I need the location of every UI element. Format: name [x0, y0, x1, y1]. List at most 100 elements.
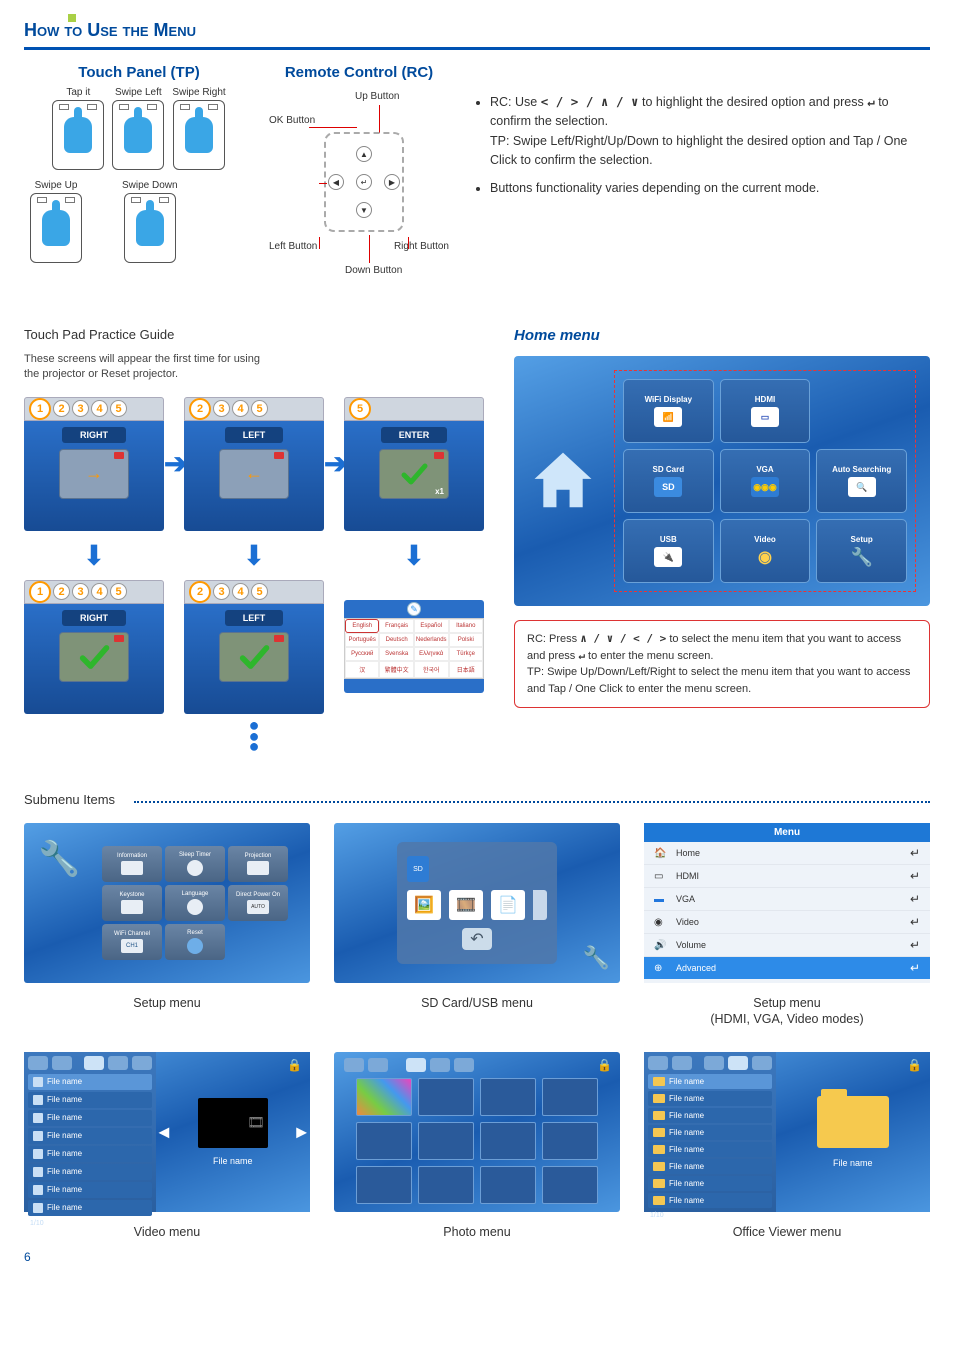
dpad-ok[interactable]: ↵: [356, 174, 372, 190]
setup-dpo[interactable]: Direct Power OnAUTO: [228, 885, 288, 921]
nav-left[interactable]: ◀: [159, 1123, 170, 1140]
setup-language[interactable]: Language: [165, 885, 225, 921]
gesture-swipe-left: Swipe Left: [112, 87, 164, 170]
wrench-icon: 🔧: [38, 839, 80, 879]
thumb-video[interactable]: 🎞️: [449, 890, 483, 920]
photo-thumb[interactable]: [356, 1078, 412, 1116]
file-row[interactable]: File name: [648, 1176, 772, 1191]
label-up: Up Button: [355, 91, 399, 102]
folder-icon[interactable]: [817, 1096, 889, 1148]
file-row[interactable]: File name: [648, 1074, 772, 1089]
photo-thumb[interactable]: [356, 1166, 412, 1204]
remote-heading: Remote Control (RC): [264, 64, 454, 81]
menu-video[interactable]: ◉Video↵: [644, 911, 930, 934]
gesture-swipe-up: Swipe Up: [30, 180, 82, 263]
lock-icon: 🔒: [597, 1058, 612, 1072]
label-left: Left Button: [269, 241, 317, 252]
menu-advanced[interactable]: ⊕Advanced↵: [644, 957, 930, 979]
file-row[interactable]: File name: [28, 1200, 152, 1216]
dpad-right[interactable]: ▶: [384, 174, 400, 190]
tile-auto[interactable]: Auto Searching🔍: [816, 449, 907, 513]
sd-icon: SD: [407, 856, 429, 882]
gesture-swipe-down: Swipe Down: [122, 180, 178, 263]
file-row[interactable]: File name: [28, 1110, 152, 1126]
file-row[interactable]: File name: [28, 1164, 152, 1180]
lock-icon: 🔒: [287, 1058, 302, 1072]
label-down: Down Button: [345, 265, 402, 276]
file-row[interactable]: File name: [28, 1092, 152, 1108]
office-menu-card: File name File name File name File name …: [644, 1052, 930, 1240]
video-menu-card: File name File name File name File name …: [24, 1052, 310, 1240]
setup-information[interactable]: Information: [102, 846, 162, 882]
file-row[interactable]: File name: [648, 1091, 772, 1106]
touch-panel-heading: Touch Panel (TP): [24, 64, 254, 81]
tile-hdmi[interactable]: HDMI▭: [720, 379, 811, 443]
dpad-up[interactable]: ▲: [356, 146, 372, 162]
setup-reset[interactable]: Reset: [165, 924, 225, 960]
thumb-photo[interactable]: 🖼️: [407, 890, 441, 920]
tile-video[interactable]: Video◉: [720, 519, 811, 583]
remote-outline: ▲ ◀ ↵ ▶ ▼: [324, 132, 404, 232]
file-row[interactable]: File name: [28, 1146, 152, 1162]
language-grid[interactable]: EnglishFrançaisEspañolItaliano Português…: [344, 618, 484, 679]
file-row[interactable]: File name: [648, 1193, 772, 1208]
setup-keystone[interactable]: Keystone: [102, 885, 162, 921]
thumb-doc[interactable]: 📄: [491, 890, 525, 920]
menu-hdmi[interactable]: ▭HDMI↵: [644, 865, 930, 888]
nav-right[interactable]: ▶: [296, 1123, 307, 1140]
photo-thumb[interactable]: [418, 1166, 474, 1204]
label-right: Right Button: [394, 241, 449, 252]
film-icon: 🎞: [247, 1114, 265, 1131]
photo-thumb[interactable]: [542, 1078, 598, 1116]
menu-list-card: Menu 🏠Home↵ ▭HDMI↵ ▬VGA↵ ◉Video↵ 🔊Volume…: [644, 823, 930, 1028]
file-row[interactable]: File name: [648, 1142, 772, 1157]
tile-usb[interactable]: USB🔌: [623, 519, 714, 583]
photo-thumb[interactable]: [480, 1166, 536, 1204]
practice-guide: Touch Pad Practice Guide These screens w…: [24, 327, 484, 752]
file-row[interactable]: File name: [648, 1159, 772, 1174]
menu-home[interactable]: 🏠Home↵: [644, 842, 930, 865]
tile-wifi[interactable]: WiFi Display📶: [623, 379, 714, 443]
touch-panel-section: Touch Panel (TP) Tap it Swipe Left Swipe…: [24, 64, 254, 277]
back-button[interactable]: ↶: [462, 928, 492, 950]
gesture-swipe-right: Swipe Right: [172, 87, 225, 170]
file-row[interactable]: File name: [28, 1128, 152, 1144]
remote-section: Remote Control (RC) Up Button OK Button …: [264, 64, 454, 277]
setup-sleep[interactable]: Sleep Timer: [165, 846, 225, 882]
photo-thumb[interactable]: [356, 1122, 412, 1160]
dpad-down[interactable]: ▼: [356, 202, 372, 218]
wrench-icon[interactable]: 🔧: [583, 945, 610, 971]
file-row[interactable]: File name: [28, 1182, 152, 1198]
menu-instructions: RC: Use < / > / ∧ / ∨ to highlight the d…: [464, 64, 930, 277]
setup-projection[interactable]: Projection: [228, 846, 288, 882]
submenu-heading: Submenu Items: [24, 792, 930, 807]
photo-thumb[interactable]: [480, 1122, 536, 1160]
photo-thumb[interactable]: [418, 1078, 474, 1116]
video-thumb[interactable]: 🎞: [198, 1098, 268, 1148]
gesture-tap: Tap it: [52, 87, 104, 170]
tile-setup[interactable]: Setup🔧: [816, 519, 907, 583]
sdusb-card: SD 🖼️ 🎞️ 📄 ↶ 🔧 SD Card/USB menu: [334, 823, 620, 1028]
label-ok: OK Button: [269, 115, 315, 126]
dpad-left[interactable]: ◀: [328, 174, 344, 190]
home-icon: [528, 446, 598, 516]
page-title: How to Use the Menu: [24, 16, 930, 50]
file-row[interactable]: File name: [648, 1125, 772, 1140]
setup-wifich[interactable]: WiFi ChannelCH1: [102, 924, 162, 960]
photo-thumb[interactable]: [418, 1122, 474, 1160]
photo-thumb[interactable]: [542, 1166, 598, 1204]
tile-sd[interactable]: SD CardSD: [623, 449, 714, 513]
home-note: RC: Press ∧ / ∨ / < / > to select the me…: [514, 620, 930, 708]
file-row[interactable]: File name: [28, 1074, 152, 1090]
photo-thumb[interactable]: [542, 1122, 598, 1160]
tile-vga[interactable]: VGA◉◉◉: [720, 449, 811, 513]
photo-menu-card: 🔒 Photo menu: [334, 1052, 620, 1240]
home-menu-section: Home menu WiFi Display📶 HDMI▭ SD CardSD …: [514, 327, 930, 752]
file-row[interactable]: File name: [648, 1108, 772, 1123]
home-screenshot: WiFi Display📶 HDMI▭ SD CardSD VGA◉◉◉ Aut…: [514, 356, 930, 606]
photo-thumb[interactable]: [480, 1078, 536, 1116]
menu-volume[interactable]: 🔊Volume↵: [644, 934, 930, 957]
page-number: 6: [24, 1250, 31, 1264]
setup-menu-card: 🔧 Information Sleep Timer Projection Key…: [24, 823, 310, 1028]
menu-vga[interactable]: ▬VGA↵: [644, 888, 930, 911]
